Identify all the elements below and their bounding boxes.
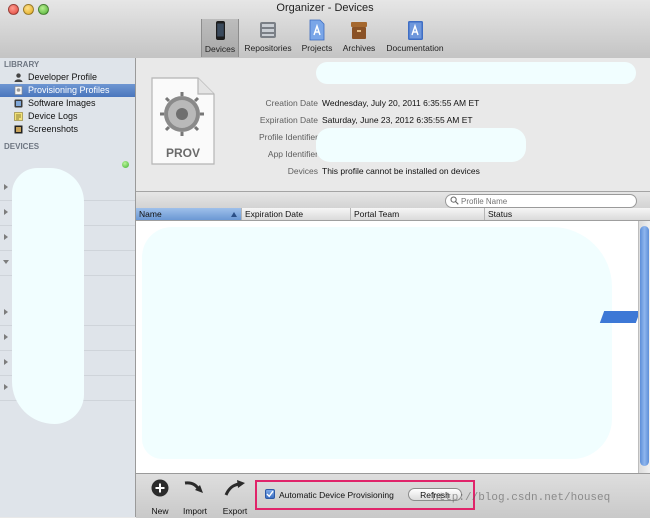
- repositories-icon: [260, 22, 276, 38]
- sidebar-item-developer-profile[interactable]: Developer Profile: [0, 71, 135, 84]
- disclosure-triangle-icon[interactable]: [4, 209, 8, 215]
- sort-ascending-icon: [231, 212, 237, 217]
- expiration-date-value: Saturday, June 23, 2012 6:35:55 AM ET: [322, 115, 473, 125]
- toolbar-projects[interactable]: Projects: [299, 19, 335, 57]
- column-header-name[interactable]: Name: [136, 208, 242, 220]
- provisioning-profile-icon: PROV: [150, 76, 216, 166]
- profile-detail: PROV Creation Date Wednesday, July 20, 2…: [136, 58, 650, 191]
- disclosure-triangle-icon[interactable]: [4, 234, 8, 240]
- screenshot-icon: [14, 125, 23, 134]
- sidebar: LIBRARY Developer Profile Provisioning P…: [0, 58, 136, 517]
- sidebar-item-device-logs[interactable]: Device Logs: [0, 110, 135, 123]
- redacted-region: [12, 168, 84, 424]
- app-identifier-label: App Identifier: [267, 149, 318, 159]
- column-header-portal-team[interactable]: Portal Team: [351, 208, 485, 220]
- disclosure-triangle-icon[interactable]: [4, 309, 8, 315]
- search-icon: [450, 196, 459, 205]
- column-header-expiration-date[interactable]: Expiration Date: [242, 208, 351, 220]
- disclosure-triangle-icon[interactable]: [4, 334, 8, 340]
- export-arrow-icon: [224, 480, 245, 496]
- projects-icon: [309, 19, 325, 41]
- window-title: Organizer - Devices: [276, 2, 374, 14]
- checkmark-icon: [266, 490, 274, 498]
- toolbar-documentation[interactable]: Documentation: [382, 19, 448, 57]
- profile-identifier-label: Profile Identifier: [258, 132, 318, 142]
- device-status-online-icon: [122, 161, 129, 168]
- export-button[interactable]: Export: [220, 478, 250, 516]
- sidebar-item-screenshots[interactable]: Screenshots: [0, 123, 135, 136]
- documentation-icon: [408, 21, 423, 40]
- table-scrollbar-thumb[interactable]: [640, 226, 649, 466]
- sidebar-item-provisioning-profiles[interactable]: Provisioning Profiles: [0, 84, 135, 97]
- disclosure-triangle-icon[interactable]: [4, 384, 8, 390]
- disclosure-triangle-icon[interactable]: [3, 260, 9, 264]
- library-heading: LIBRARY: [4, 60, 40, 69]
- device-icon: [216, 21, 225, 40]
- import-arrow-icon: [184, 481, 203, 493]
- disclosure-triangle-icon[interactable]: [4, 184, 8, 190]
- prov-label: PROV: [165, 146, 200, 160]
- window-toolbar: Organizer - Devices Devices Repositories…: [0, 0, 650, 59]
- plus-circle-icon: [151, 479, 169, 497]
- software-image-icon: [14, 99, 23, 108]
- devices-label: Devices: [287, 166, 318, 176]
- person-icon: [14, 73, 23, 82]
- search-bar: [136, 191, 650, 208]
- auto-provisioning-label[interactable]: Automatic Device Provisioning: [279, 490, 394, 500]
- search-input[interactable]: [461, 195, 631, 207]
- toolbar-repositories[interactable]: Repositories: [241, 19, 295, 57]
- auto-provisioning-checkbox[interactable]: [265, 489, 275, 499]
- profiles-table[interactable]: [136, 221, 638, 473]
- disclosure-triangle-icon[interactable]: [4, 359, 8, 365]
- devices-value: This profile cannot be installed on devi…: [322, 166, 480, 176]
- archives-icon: [351, 22, 367, 39]
- new-button[interactable]: New: [148, 478, 172, 516]
- redacted-region: [316, 128, 526, 162]
- search-field[interactable]: [445, 194, 637, 208]
- profile-icon: [14, 86, 23, 95]
- column-header-status[interactable]: Status: [485, 208, 650, 220]
- selected-row-highlight[interactable]: [599, 311, 641, 323]
- creation-date-label: Creation Date: [265, 98, 318, 108]
- creation-date-value: Wednesday, July 20, 2011 6:35:55 AM ET: [322, 98, 480, 108]
- import-button[interactable]: Import: [180, 478, 210, 516]
- toolbar-devices[interactable]: Devices: [201, 19, 239, 57]
- toolbar-archives[interactable]: Archives: [340, 19, 378, 57]
- profiles-table-header: Name Expiration Date Portal Team Status: [136, 208, 650, 221]
- watermark: http://blog.csdn.net/houseq: [432, 492, 611, 504]
- log-icon: [14, 112, 23, 121]
- redacted-region: [142, 227, 612, 459]
- redacted-region: [316, 62, 636, 84]
- sidebar-item-software-images[interactable]: Software Images: [0, 97, 135, 110]
- expiration-date-label: Expiration Date: [259, 115, 318, 125]
- devices-heading: DEVICES: [4, 142, 40, 151]
